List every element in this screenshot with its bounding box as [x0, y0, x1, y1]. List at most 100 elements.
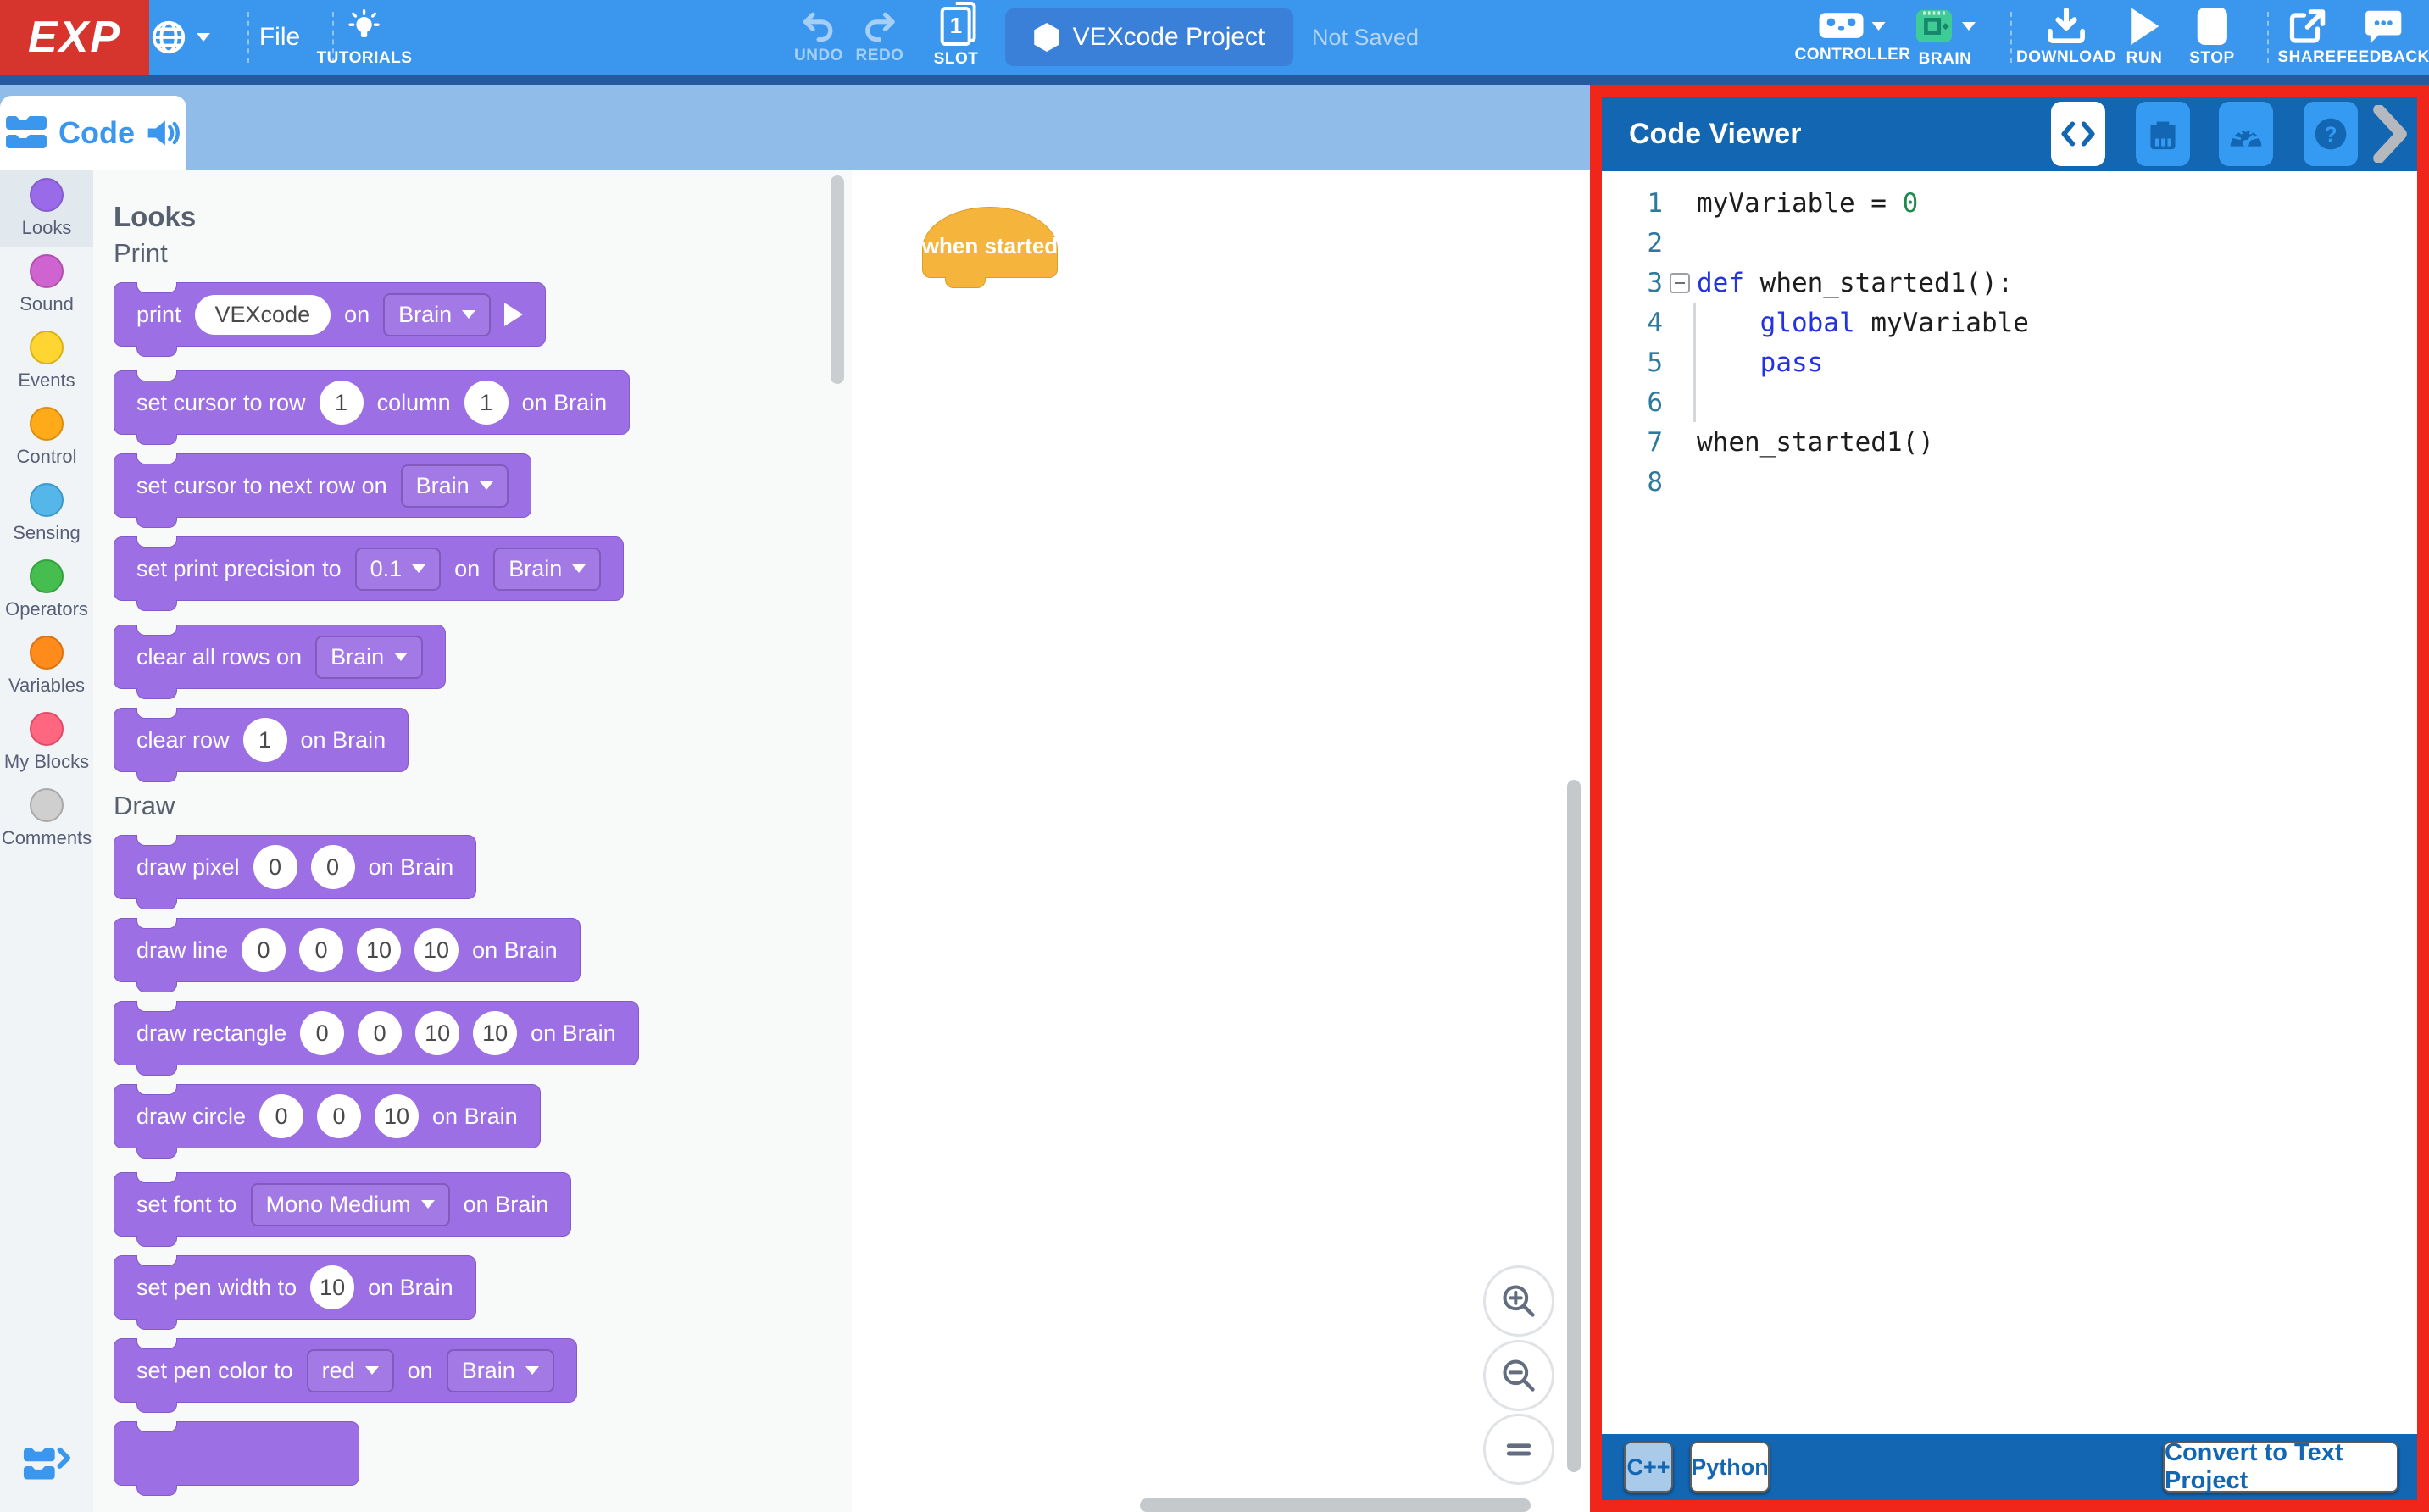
- block-number-input[interactable]: 0: [299, 928, 343, 972]
- block-dropdown[interactable]: Brain: [447, 1349, 554, 1392]
- stop-button[interactable]: STOP: [2189, 0, 2234, 75]
- collapse-panel-chevron[interactable]: [2371, 105, 2409, 163]
- when-started-block[interactable]: when started: [922, 207, 1058, 278]
- set-pen-color-block[interactable]: set pen color toredonBrain: [114, 1338, 577, 1403]
- monitor-gauge-button[interactable]: [2219, 102, 2273, 166]
- palette-collapse-toggle[interactable]: [22, 1446, 71, 1487]
- cpp-language-button[interactable]: C++: [1624, 1442, 1673, 1493]
- partial-block[interactable]: [114, 1421, 359, 1486]
- redo-icon: [862, 10, 898, 42]
- block-number-input[interactable]: 1: [320, 381, 364, 425]
- draw-rectangle-block[interactable]: draw rectangle001010on Brain: [114, 1001, 639, 1065]
- globe-icon: [149, 18, 188, 57]
- block-number-input[interactable]: 10: [357, 928, 401, 972]
- project-name-button[interactable]: VEXcode Project: [1005, 8, 1293, 66]
- speaker-icon[interactable]: [145, 116, 182, 150]
- chevron-down-icon: [394, 653, 408, 661]
- sidebar-item-control[interactable]: Control: [0, 399, 93, 475]
- controller-button[interactable]: CONTROLLER: [1795, 0, 1911, 75]
- block-number-input[interactable]: 0: [317, 1094, 361, 1138]
- block-palette: LooksPrintprintVEXcodeonBrainset cursor …: [93, 170, 852, 1512]
- redo-button[interactable]: REDO: [856, 0, 904, 75]
- workspace-canvas[interactable]: when started: [852, 170, 1590, 1512]
- category-list: Looks Sound Events Control SensingOperatorsV…: [0, 170, 93, 857]
- sidebar-item-comments[interactable]: Comments: [0, 781, 93, 857]
- category-label: Control: [17, 446, 77, 468]
- clear-all-rows-block[interactable]: clear all rows onBrain: [114, 625, 446, 689]
- block-dropdown[interactable]: Mono Medium: [251, 1183, 450, 1226]
- code-token: [1697, 347, 1760, 378]
- run-button[interactable]: RUN: [2126, 0, 2163, 75]
- sidebar-item-looks[interactable]: Looks: [0, 170, 93, 247]
- sidebar-item-sensing[interactable]: Sensing: [0, 475, 93, 552]
- slot-button[interactable]: 1 SLOT: [934, 0, 979, 75]
- undo-button[interactable]: UNDO: [794, 0, 843, 75]
- sidebar-item-operators[interactable]: Operators: [0, 552, 93, 628]
- brain-button[interactable]: BRAIN: [1915, 0, 1976, 75]
- zoom-in-button[interactable]: [1483, 1265, 1554, 1337]
- block-number-input[interactable]: 10: [415, 1011, 459, 1055]
- palette-scrollbar[interactable]: [831, 175, 844, 384]
- set-cursor-row-column-block[interactable]: set cursor to row1column1on Brain: [114, 370, 630, 435]
- line-number: 8: [1602, 467, 1663, 498]
- block-number-input[interactable]: 0: [358, 1011, 402, 1055]
- language-button[interactable]: [149, 0, 210, 75]
- sidebar-item-my-blocks[interactable]: My Blocks: [0, 704, 93, 781]
- category-label: Sound: [19, 293, 74, 315]
- block-number-input[interactable]: 0: [259, 1094, 303, 1138]
- sidebar-item-variables[interactable]: Variables: [0, 628, 93, 704]
- draw-pixel-block[interactable]: draw pixel00on Brain: [114, 835, 476, 899]
- block-number-input[interactable]: 1: [243, 718, 287, 762]
- draw-line-block[interactable]: draw line001010on Brain: [114, 918, 581, 982]
- palette-section-header: Looks: [114, 201, 852, 233]
- zoom-in-icon: [1500, 1282, 1537, 1320]
- block-number-input[interactable]: 0: [311, 845, 355, 889]
- device-info-button[interactable]: [2136, 102, 2190, 166]
- sidebar-item-sound[interactable]: Sound: [0, 247, 93, 323]
- canvas-vertical-scrollbar[interactable]: [1567, 780, 1581, 1472]
- block-dropdown[interactable]: Brain: [401, 464, 509, 508]
- file-menu-button[interactable]: File: [259, 0, 300, 75]
- block-dropdown[interactable]: Brain: [315, 636, 423, 679]
- code-view-button[interactable]: [2051, 102, 2105, 166]
- zoom-reset-button[interactable]: [1483, 1414, 1554, 1485]
- set-print-precision-block[interactable]: set print precision to0.1onBrain: [114, 536, 624, 601]
- block-number-input[interactable]: 10: [473, 1011, 517, 1055]
- block-number-input[interactable]: 10: [310, 1265, 354, 1309]
- draw-circle-block[interactable]: draw circle0010on Brain: [114, 1084, 541, 1148]
- exp-logo: EXP: [0, 0, 149, 75]
- block-number-input[interactable]: 10: [414, 928, 459, 972]
- code-text: when_started1(): [1697, 427, 1934, 458]
- convert-to-text-button[interactable]: Convert to Text Project: [2163, 1442, 2398, 1493]
- zoom-out-button[interactable]: [1483, 1340, 1554, 1411]
- tutorials-button[interactable]: TUTORIALS: [317, 0, 413, 75]
- block-dropdown[interactable]: red: [307, 1349, 394, 1392]
- chevron-down-icon: [525, 1366, 539, 1375]
- download-button[interactable]: DOWNLOAD: [2016, 0, 2116, 75]
- python-language-button[interactable]: Python: [1690, 1442, 1770, 1493]
- block-number-input[interactable]: 10: [375, 1094, 419, 1138]
- block-number-input[interactable]: 0: [242, 928, 286, 972]
- block-text-input[interactable]: VEXcode: [195, 295, 331, 335]
- block-number-input[interactable]: 0: [253, 845, 297, 889]
- block-play-icon[interactable]: [504, 303, 523, 326]
- clear-row-block[interactable]: clear row1on Brain: [114, 708, 409, 772]
- block-text: on Brain: [464, 1192, 549, 1218]
- sidebar-item-events[interactable]: Events: [0, 323, 93, 399]
- set-cursor-next-row-block[interactable]: set cursor to next row on Brain: [114, 453, 531, 518]
- print-block[interactable]: printVEXcodeonBrain: [114, 282, 546, 347]
- help-button[interactable]: ?: [2304, 102, 2358, 166]
- block-number-input[interactable]: 1: [464, 381, 509, 425]
- canvas-horizontal-scrollbar[interactable]: [1140, 1498, 1531, 1512]
- block-dropdown[interactable]: Brain: [383, 293, 491, 336]
- code-fold-toggle[interactable]: [1670, 273, 1690, 293]
- block-dropdown[interactable]: 0.1: [355, 548, 442, 591]
- block-dropdown[interactable]: Brain: [493, 548, 601, 591]
- set-font-block[interactable]: set font toMono Mediumon Brain: [114, 1172, 571, 1237]
- block-number-input[interactable]: 0: [300, 1011, 344, 1055]
- set-pen-width-block[interactable]: set pen width to10on Brain: [114, 1255, 476, 1320]
- share-button[interactable]: SHARE: [2277, 0, 2336, 75]
- block-text: set cursor to next row on: [136, 473, 387, 499]
- tab-code[interactable]: Code: [0, 96, 186, 170]
- feedback-button[interactable]: FEEDBACK: [2337, 0, 2429, 75]
